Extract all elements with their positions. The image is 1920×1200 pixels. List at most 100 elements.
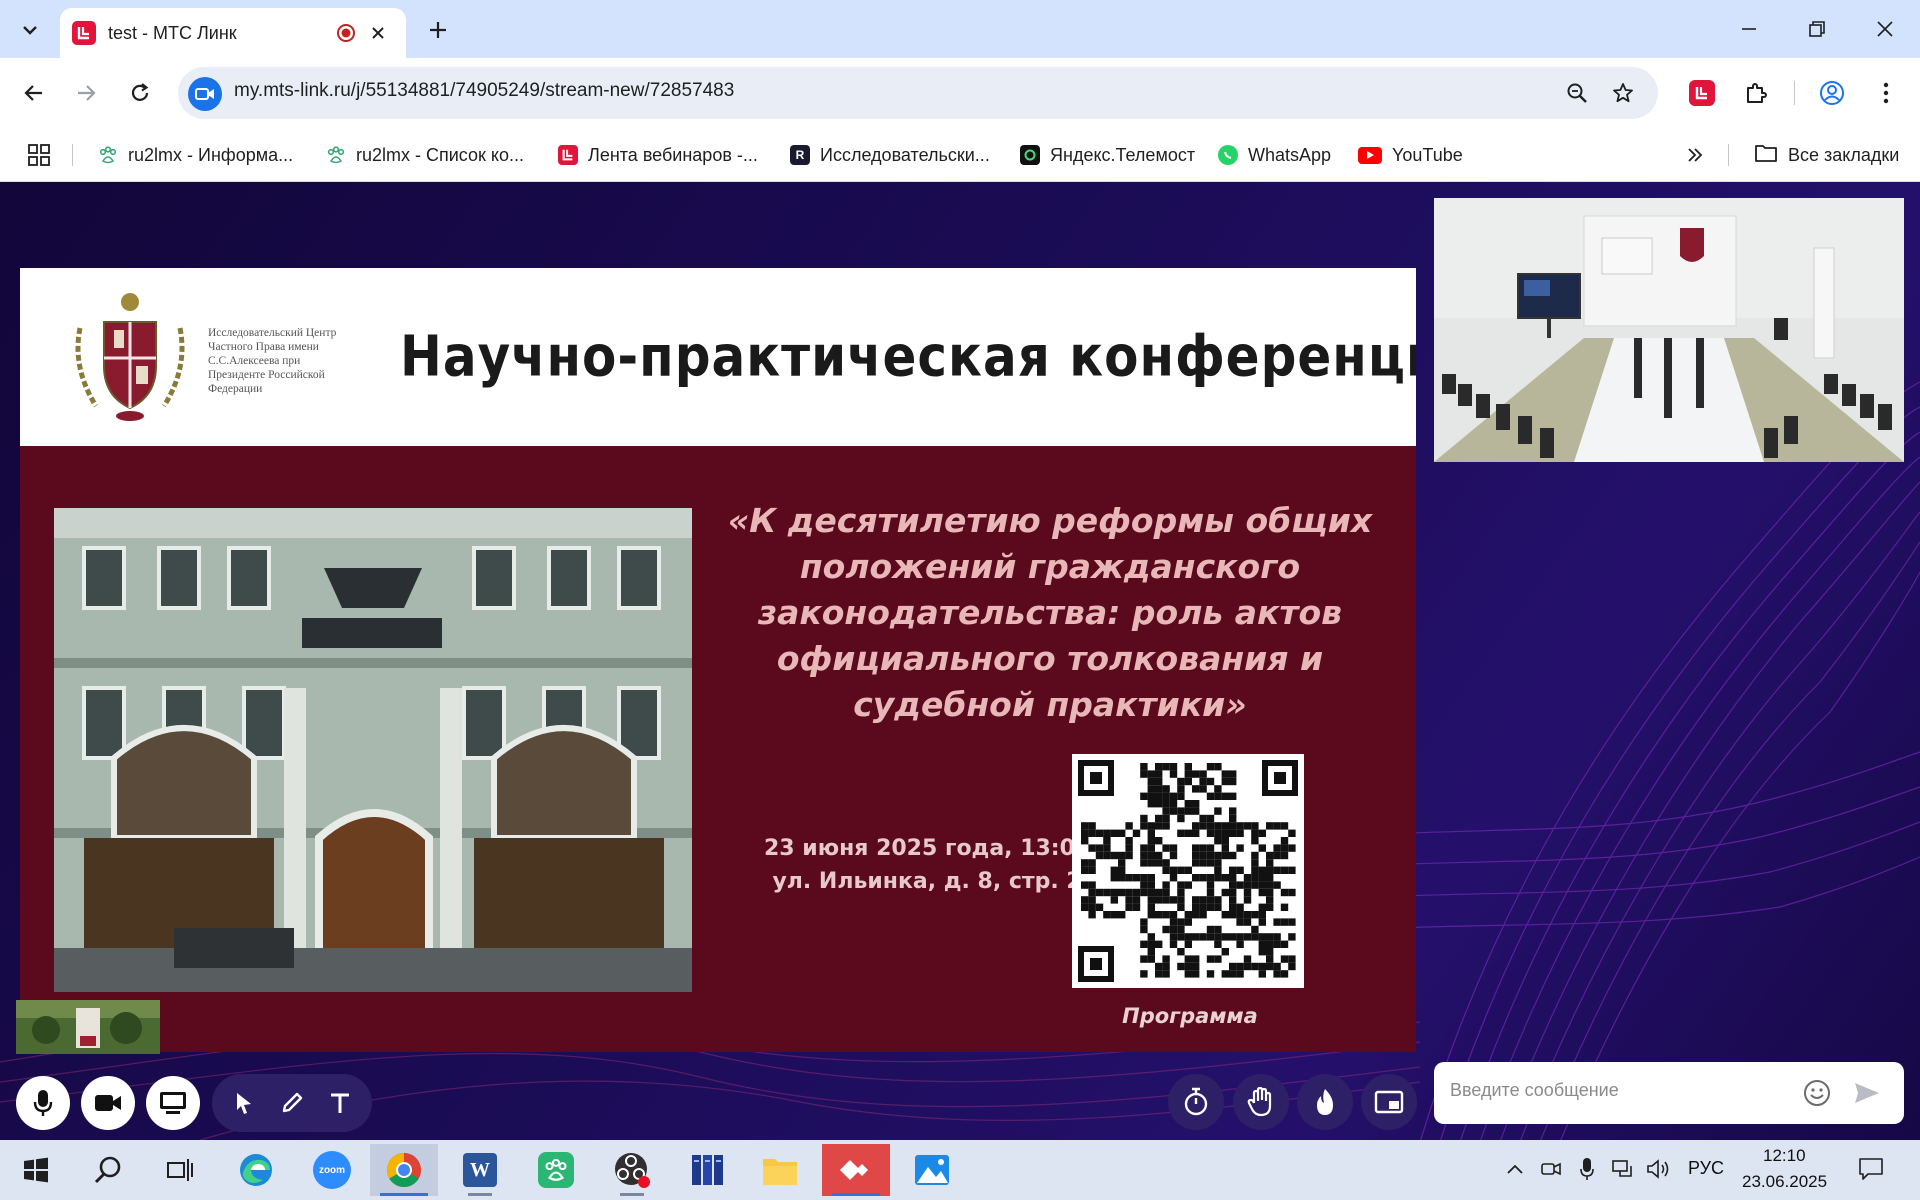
bookmark-research[interactable]: R Исследовательски... bbox=[790, 138, 990, 172]
recording-indicator-icon bbox=[336, 23, 356, 43]
all-bookmarks-button[interactable]: Все закладки bbox=[1754, 138, 1899, 172]
folder-icon bbox=[1754, 143, 1778, 168]
more-vertical-icon bbox=[1883, 82, 1889, 104]
slide-header: Исследовательский Центр Частного Права и… bbox=[20, 268, 1416, 446]
microphone-button[interactable] bbox=[16, 1076, 70, 1130]
browser-menu-button[interactable] bbox=[1864, 71, 1908, 115]
chat-message-box bbox=[1434, 1062, 1904, 1124]
site-info-icon[interactable] bbox=[188, 77, 222, 111]
taskbar-zoom[interactable]: zoom bbox=[298, 1144, 366, 1196]
notifications-button[interactable] bbox=[1856, 1154, 1886, 1184]
taskbar-obs[interactable] bbox=[598, 1144, 666, 1196]
clock-time[interactable]: 12:10 bbox=[1763, 1146, 1806, 1166]
apps-grid-icon bbox=[28, 144, 50, 166]
more-bookmarks-button[interactable] bbox=[1680, 140, 1710, 170]
conference-heading: Научно-практическая конференция bbox=[400, 324, 1416, 389]
forward-button[interactable] bbox=[64, 71, 108, 115]
monitor-icon bbox=[160, 1092, 186, 1114]
send-message-button[interactable] bbox=[1850, 1078, 1884, 1108]
screen-share-button[interactable] bbox=[146, 1076, 200, 1130]
taskbar-paw-app[interactable] bbox=[522, 1144, 590, 1196]
new-tab-button[interactable] bbox=[418, 12, 458, 48]
bookmark-webinars-feed[interactable]: Лента вебинаров -... bbox=[558, 138, 758, 172]
photos-icon bbox=[915, 1155, 949, 1185]
zoom-icon: zoom bbox=[313, 1151, 351, 1189]
obs-icon bbox=[615, 1153, 650, 1188]
back-button[interactable] bbox=[12, 71, 56, 115]
pen-tool-button[interactable] bbox=[272, 1083, 312, 1123]
window-restore-button[interactable] bbox=[1792, 8, 1842, 50]
topic-line: положений гражданского bbox=[799, 547, 1301, 586]
picture-in-picture-button[interactable] bbox=[1361, 1074, 1417, 1130]
participant-video-thumbnail[interactable] bbox=[16, 1000, 160, 1054]
bookmark-youtube[interactable]: YouTube bbox=[1358, 138, 1463, 172]
bookmark-whatsapp[interactable]: WhatsApp bbox=[1218, 138, 1331, 172]
extensions-button[interactable] bbox=[1734, 71, 1778, 115]
tab-search-button[interactable] bbox=[8, 10, 52, 50]
volume-button[interactable] bbox=[1646, 1156, 1672, 1182]
text-tool-button[interactable] bbox=[320, 1083, 360, 1123]
show-hidden-icons-button[interactable] bbox=[1502, 1156, 1528, 1182]
clock-date[interactable]: 23.06.2025 bbox=[1742, 1172, 1827, 1192]
apps-grid-button[interactable] bbox=[24, 140, 54, 170]
bookmark-ru2lmx-list[interactable]: ru2lmx - Список ко... bbox=[326, 138, 524, 172]
input-language-indicator[interactable]: РУС bbox=[1688, 1158, 1724, 1179]
taskbar-edge[interactable] bbox=[222, 1144, 290, 1196]
paw-icon bbox=[326, 145, 346, 165]
smiley-icon bbox=[1804, 1080, 1830, 1106]
window-minimize-button[interactable] bbox=[1724, 8, 1774, 50]
search-icon bbox=[94, 1156, 121, 1184]
folder-icon bbox=[763, 1159, 797, 1185]
timer-button[interactable] bbox=[1168, 1074, 1224, 1130]
pointer-tool-button[interactable] bbox=[224, 1083, 264, 1123]
chat-message-input[interactable] bbox=[1450, 1080, 1800, 1101]
camera-button[interactable] bbox=[81, 1076, 135, 1130]
tab-title: test - МТС Линк bbox=[108, 23, 237, 43]
bookmark-label: Исследовательски... bbox=[820, 144, 990, 165]
taskbar-photos[interactable] bbox=[898, 1144, 966, 1196]
pencil-icon bbox=[282, 1092, 303, 1113]
windows-taskbar: zoom W РУС 12:10 23.06.2025 bbox=[0, 1140, 1920, 1200]
taskbar-chrome[interactable] bbox=[370, 1144, 438, 1196]
conference-room-camera-feed[interactable] bbox=[1434, 198, 1904, 462]
taskbar-library-app[interactable] bbox=[674, 1144, 742, 1196]
bookmark-yandex-telemost[interactable]: Яндекс.Телемост bbox=[1020, 138, 1195, 172]
address-bar[interactable]: my.mts-link.ru/j/55134881/74905249/strea… bbox=[178, 67, 1658, 119]
taskbar-file-explorer[interactable] bbox=[746, 1144, 814, 1196]
tab-close-button[interactable] bbox=[366, 21, 390, 45]
bookmark-label: ru2lmx - Информа... bbox=[128, 144, 294, 165]
event-address: ул. Ильинка, д. 8, стр. 2 bbox=[772, 869, 1082, 894]
paw-icon bbox=[98, 145, 118, 165]
zoom-indicator-icon[interactable] bbox=[1560, 77, 1594, 109]
profile-button[interactable] bbox=[1810, 71, 1854, 115]
arrow-left-icon bbox=[24, 85, 42, 101]
microphone-in-use-icon[interactable] bbox=[1574, 1156, 1600, 1182]
event-date-time: 23 июня 2025 года, 13:00 bbox=[764, 836, 1091, 861]
event-details: 23 июня 2025 года, 13:00 ул. Ильинка, д.… bbox=[764, 832, 1090, 898]
reactions-button[interactable] bbox=[1297, 1074, 1353, 1130]
taskbar-word[interactable]: W bbox=[446, 1144, 514, 1196]
bookmark-ru2lmx-info[interactable]: ru2lmx - Информа... bbox=[98, 138, 293, 172]
emoji-button[interactable] bbox=[1802, 1078, 1832, 1108]
reload-button[interactable] bbox=[118, 71, 162, 115]
topic-line: «К десятилетию реформы общих bbox=[727, 501, 1373, 540]
taskbar-search-button[interactable] bbox=[74, 1144, 142, 1196]
bookmark-star-button[interactable] bbox=[1606, 77, 1640, 109]
window-close-button[interactable] bbox=[1860, 8, 1910, 50]
taskbar-anydesk[interactable] bbox=[822, 1144, 890, 1196]
start-button[interactable] bbox=[2, 1144, 70, 1196]
account-circle-icon bbox=[1820, 81, 1844, 105]
network-button[interactable] bbox=[1610, 1156, 1636, 1182]
task-view-button[interactable] bbox=[146, 1144, 214, 1196]
mts-link-extension-button[interactable] bbox=[1680, 71, 1724, 115]
whatsapp-icon bbox=[1218, 145, 1238, 165]
building-photo bbox=[54, 508, 692, 992]
raise-hand-button[interactable] bbox=[1233, 1074, 1289, 1130]
active-tab[interactable]: test - МТС Линк bbox=[60, 8, 406, 58]
topic-line: законодательства: роль актов bbox=[757, 593, 1343, 632]
url-text[interactable]: my.mts-link.ru/j/55134881/74905249/strea… bbox=[234, 80, 734, 102]
anydesk-icon bbox=[840, 1160, 868, 1180]
video-camera-icon bbox=[95, 1095, 121, 1111]
annotation-toolbar bbox=[212, 1074, 372, 1132]
camera-in-use-icon[interactable] bbox=[1538, 1156, 1564, 1182]
